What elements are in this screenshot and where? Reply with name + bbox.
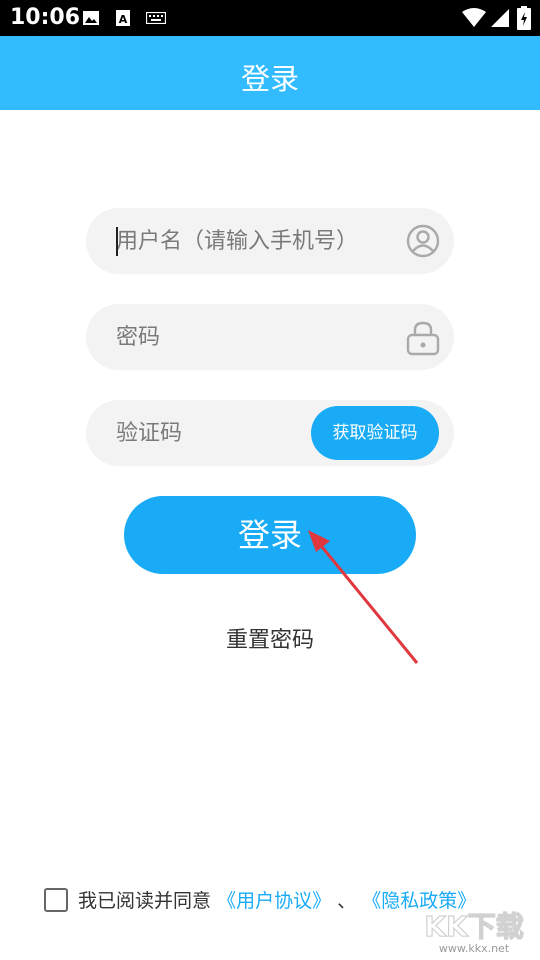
- status-time: 10:06: [10, 5, 81, 30]
- page-title: 登录: [240, 62, 299, 96]
- agreement-checkbox[interactable]: [44, 887, 68, 912]
- agreement-separator: 、: [337, 890, 357, 912]
- get-verify-code-button[interactable]: 获取验证码: [311, 406, 439, 460]
- svg-text:KK下载: KK下载: [424, 910, 523, 943]
- agreement-row: 我已阅读并同意 《用户协议》 、 《隐私政策》: [44, 886, 476, 912]
- status-bar: 10:06 A: [0, 0, 540, 36]
- font-icon: A: [116, 10, 130, 26]
- app-bar: 登录: [0, 36, 540, 110]
- image-icon: [83, 11, 99, 25]
- user-icon: [406, 224, 440, 258]
- reset-password-link[interactable]: 重置密码: [0, 622, 540, 654]
- wifi-icon: [462, 8, 486, 27]
- username-input[interactable]: [116, 208, 376, 274]
- annotation-arrow: [308, 530, 419, 664]
- password-field[interactable]: [86, 304, 454, 370]
- kk-watermark-logo: KK下载 www.kkx.net: [424, 909, 525, 955]
- signal-icon: [491, 9, 509, 27]
- password-input[interactable]: [116, 304, 376, 370]
- verify-code-field[interactable]: 获取验证码: [86, 400, 454, 466]
- svg-text:www.kkx.net: www.kkx.net: [439, 942, 510, 955]
- agreement-prefix: 我已阅读并同意: [78, 890, 212, 912]
- verify-code-input[interactable]: [116, 400, 286, 466]
- text-cursor: [116, 227, 118, 256]
- user-agreement-link[interactable]: 《用户协议》: [217, 890, 331, 912]
- battery-icon: [517, 6, 531, 30]
- svg-text:A: A: [119, 13, 128, 26]
- keyboard-icon: [146, 12, 166, 24]
- username-field[interactable]: [86, 208, 454, 274]
- lock-icon: [406, 321, 440, 356]
